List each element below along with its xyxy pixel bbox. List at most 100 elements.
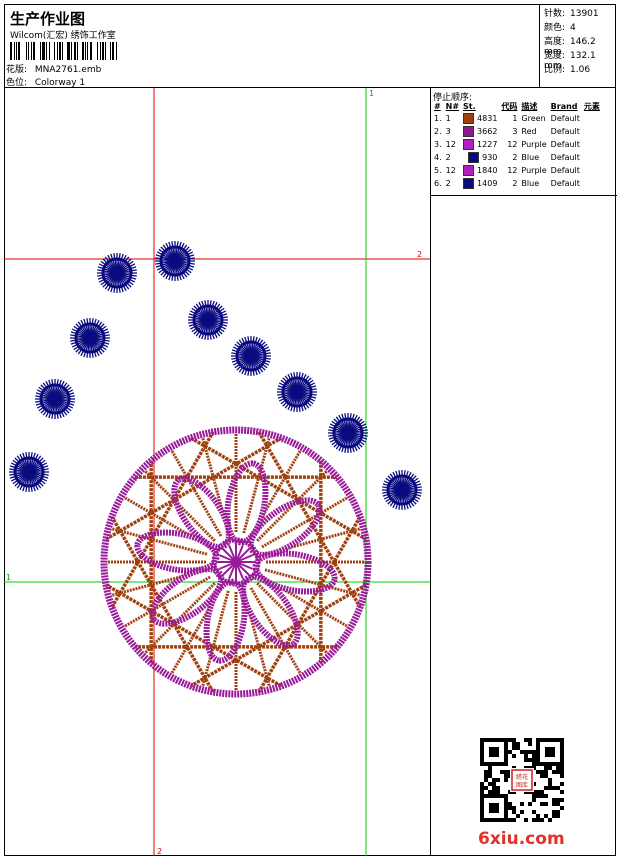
barcode-bar bbox=[31, 42, 32, 60]
table-cell-num: 6. bbox=[434, 179, 442, 188]
qr-module bbox=[540, 802, 544, 806]
barcode-bar bbox=[102, 42, 104, 60]
panel-divider bbox=[431, 195, 617, 196]
qr-module bbox=[532, 794, 536, 798]
qr-module bbox=[480, 790, 484, 794]
stop-sequence-table: # N# St. 代码 描述 Brand 元素 1. 1 4831 1 Green Def… bbox=[432, 100, 602, 190]
qr-module bbox=[532, 754, 536, 758]
barcode-bar bbox=[77, 42, 78, 60]
table-cell-n: 12 bbox=[445, 166, 456, 175]
qr-module bbox=[560, 782, 564, 786]
table-cell-code: 2 bbox=[512, 153, 518, 162]
qr-module bbox=[540, 774, 544, 778]
stat-value: 1.06 bbox=[570, 65, 591, 75]
stat-value: 4 bbox=[570, 23, 576, 33]
qr-module bbox=[484, 774, 488, 778]
stitch-count-cell: 1409 bbox=[461, 177, 499, 190]
qr-module bbox=[536, 794, 540, 798]
table-cell-code: 12 bbox=[507, 166, 518, 175]
table-cell-n: 1 bbox=[445, 114, 451, 123]
stat-value: 13901 bbox=[570, 9, 599, 19]
medallion-center bbox=[24, 467, 34, 477]
header-panel: 生产作业图 Wilcom(汇宏) 绣饰工作室 花版: MNA2761.emb 色… bbox=[4, 4, 540, 88]
qr-module bbox=[560, 806, 564, 810]
blue-medallion bbox=[70, 318, 110, 358]
qr-module bbox=[504, 770, 508, 774]
qr-module bbox=[512, 810, 516, 814]
qr-module bbox=[544, 774, 548, 778]
barcode-bar bbox=[22, 42, 25, 60]
barcode-bar bbox=[16, 42, 17, 60]
qr-module bbox=[552, 798, 556, 802]
qr-module bbox=[560, 790, 564, 794]
qr-module bbox=[504, 778, 508, 782]
barcode-bar bbox=[10, 42, 12, 60]
qr-module bbox=[532, 818, 536, 822]
qr-module bbox=[520, 750, 524, 754]
barcode-bar bbox=[18, 42, 20, 60]
table-cell-desc: Blue bbox=[521, 179, 540, 188]
table-header-row: # N# St. 代码 描述 Brand 元素 bbox=[432, 100, 602, 112]
barcode-bar bbox=[116, 42, 117, 60]
barcode-bar bbox=[97, 42, 98, 60]
col-header: N# bbox=[445, 101, 460, 111]
qr-module bbox=[552, 786, 556, 790]
stitch-count: 1409 bbox=[477, 179, 498, 188]
table-cell-num: 1. bbox=[434, 114, 442, 123]
table-cell-n: 2 bbox=[445, 153, 451, 162]
col-header: Brand bbox=[550, 101, 578, 111]
barcode-bar bbox=[90, 42, 92, 60]
color-swatch bbox=[463, 165, 475, 176]
qr-module bbox=[544, 770, 548, 774]
barcode-bar bbox=[112, 42, 114, 60]
table-cell-code: 3 bbox=[512, 127, 518, 136]
qr-module bbox=[488, 790, 492, 794]
qr-module bbox=[560, 798, 564, 802]
colorway-label: 色位: bbox=[6, 78, 28, 88]
qr-module bbox=[548, 782, 552, 786]
qr-module bbox=[488, 782, 492, 786]
stat-label: 颜色: bbox=[544, 23, 566, 33]
qr-module bbox=[484, 786, 488, 790]
guide-label: 2 bbox=[417, 250, 422, 259]
color-swatch bbox=[463, 178, 475, 189]
qr-module bbox=[556, 770, 560, 774]
watermark-logo: 6xiu.com bbox=[478, 829, 565, 849]
qr-module bbox=[544, 766, 548, 770]
qr-module bbox=[548, 778, 552, 782]
qr-module bbox=[508, 806, 512, 810]
qr-module bbox=[544, 794, 548, 798]
qr-module bbox=[492, 782, 496, 786]
qr-module bbox=[484, 770, 488, 774]
barcode-bar bbox=[85, 42, 86, 60]
stitch-count: 4831 bbox=[477, 114, 498, 123]
blue-medallion bbox=[231, 336, 271, 376]
qr-module bbox=[544, 814, 548, 818]
qr-module bbox=[552, 810, 556, 814]
design-filename: MNA2761.emb bbox=[34, 65, 102, 75]
table-cell-num: 2. bbox=[434, 127, 442, 136]
barcode-bar bbox=[51, 42, 53, 60]
stat-label: 比例: bbox=[544, 65, 566, 75]
qr-module bbox=[492, 778, 496, 782]
stitch-count: 1840 bbox=[477, 166, 498, 175]
qr-module bbox=[528, 742, 532, 746]
blue-medallion bbox=[277, 372, 317, 412]
qr-module bbox=[484, 778, 488, 782]
stitch-count-cell: 930 bbox=[461, 151, 499, 164]
table-cell-code: 12 bbox=[507, 140, 518, 149]
colorway-value: Colorway 1 bbox=[34, 78, 86, 88]
table-cell-n: 12 bbox=[445, 140, 456, 149]
qr-module bbox=[520, 802, 524, 806]
qr-module bbox=[556, 810, 560, 814]
barcode-bar bbox=[28, 42, 29, 60]
stitch-count-cell: 4831 bbox=[461, 112, 499, 125]
qr-module bbox=[532, 798, 536, 802]
qr-module bbox=[516, 814, 520, 818]
qr-module bbox=[496, 778, 500, 782]
medallion-center bbox=[85, 333, 95, 343]
medallion-center bbox=[343, 428, 353, 438]
table-cell-element bbox=[582, 151, 602, 164]
qr-module bbox=[516, 742, 520, 746]
color-swatch bbox=[463, 139, 475, 150]
